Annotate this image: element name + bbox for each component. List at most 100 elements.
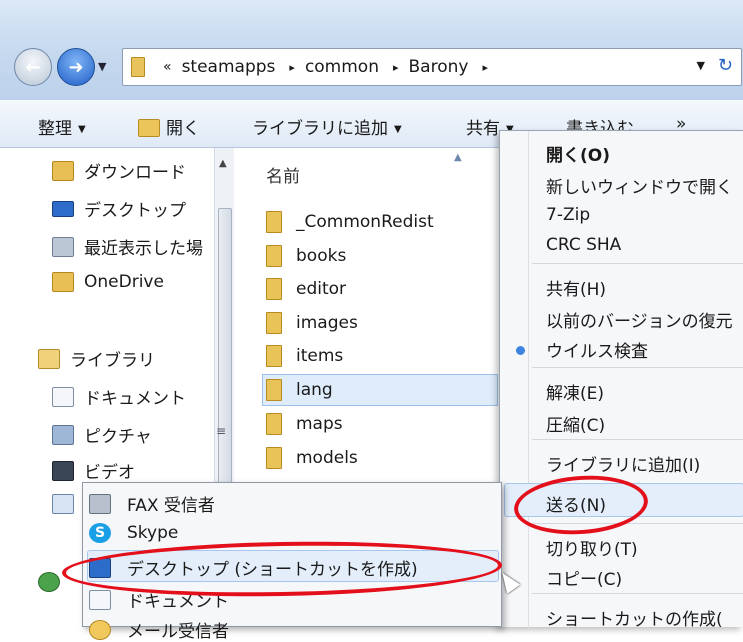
file-name: books [296, 246, 347, 266]
scroll-up-arrow-icon[interactable]: ▲ [219, 158, 227, 169]
add-to-library-label: ライブラリに追加 [252, 119, 388, 139]
menu-item-extract[interactable]: 解凍(E) [546, 379, 604, 404]
recent-places-icon [52, 236, 74, 257]
documents-icon [89, 589, 111, 610]
add-to-library-button[interactable]: ライブラリに追加 ▼ [252, 114, 402, 139]
nav-item-videos[interactable]: ビデオ [52, 458, 135, 483]
nav-item-desktop[interactable]: デスクトップ [52, 196, 186, 221]
send-to-label: デスクトップ (ショートカットを作成) [127, 560, 418, 580]
skype-icon: S [89, 523, 111, 543]
open-button[interactable]: 開く [138, 114, 200, 139]
send-to-documents[interactable]: ドキュメント [89, 587, 229, 612]
menu-item-copy[interactable]: コピー(C) [546, 565, 622, 590]
file-row[interactable]: editor [266, 273, 498, 305]
onedrive-folder-icon [52, 272, 74, 292]
folder-icon [266, 312, 282, 334]
nav-item-label: OneDrive [84, 272, 164, 292]
file-row[interactable]: maps [266, 408, 498, 440]
mail-icon [89, 619, 111, 640]
nav-item-pictures[interactable]: ピクチャ [52, 422, 152, 447]
pictures-icon [52, 424, 74, 445]
menu-item-cut[interactable]: 切り取り(T) [546, 535, 638, 560]
nav-item-recent[interactable]: 最近表示した場 [52, 234, 203, 259]
send-to-mail[interactable]: メール受信者 [89, 617, 229, 642]
desktop-icon [89, 557, 111, 578]
share-label: 共有 [466, 119, 500, 139]
folder-icon [266, 245, 282, 267]
menu-separator [532, 593, 743, 594]
folder-icon [266, 278, 282, 300]
back-button[interactable]: ← [14, 48, 52, 86]
file-row[interactable]: books [266, 240, 498, 272]
nav-scroll-thumb[interactable] [218, 208, 232, 508]
organize-button[interactable]: 整理 ▼ [38, 114, 86, 139]
nav-item-libraries[interactable]: ライブラリ [38, 346, 155, 371]
send-to-fax[interactable]: FAX 受信者 [89, 491, 215, 516]
file-name: editor [296, 279, 347, 299]
file-row[interactable]: _CommonRedist [266, 206, 498, 238]
file-name: _CommonRedist [296, 212, 434, 232]
address-bar[interactable]: « steamapps ▸ common ▸ Barony ▸ ▼ ↻ [122, 48, 742, 86]
send-to-submenu: FAX 受信者 S Skype デスクトップ (ショートカットを作成) ドキュメ… [82, 482, 502, 642]
context-menu: 開く(O) 新しいウィンドウで開く 7-Zip CRC SHA 共有(H) 以前… [499, 130, 743, 630]
file-name: lang [296, 380, 333, 400]
refresh-icon[interactable]: ↻ [718, 55, 733, 76]
forward-button[interactable]: ➜ [57, 48, 95, 86]
open-icon [138, 119, 160, 137]
menu-separator [532, 439, 743, 440]
breadcrumb-steamapps[interactable]: steamapps [182, 57, 276, 77]
send-to-label: メール受信者 [127, 622, 229, 642]
nav-item-onedrive[interactable]: OneDrive [52, 272, 164, 292]
menu-item-restore-previous[interactable]: 以前のバージョンの復元 [546, 307, 733, 332]
nav-item-network[interactable] [38, 572, 70, 592]
menu-item-crc-sha[interactable]: CRC SHA [546, 235, 621, 255]
send-to-desktop-shortcut[interactable]: デスクトップ (ショートカットを作成) [89, 555, 418, 580]
folder-icon [266, 211, 282, 233]
music-icon [52, 494, 74, 514]
folder-icon [131, 57, 145, 77]
file-row[interactable]: images [266, 307, 498, 339]
menu-item-add-to-library[interactable]: ライブラリに追加(I) [546, 451, 700, 476]
nav-item-label: ライブラリ [70, 351, 155, 371]
nav-item-music[interactable] [52, 494, 84, 514]
downloads-folder-icon [52, 160, 74, 181]
file-name: maps [296, 414, 343, 434]
chevron-down-icon: ▼ [394, 123, 402, 135]
breadcrumb-barony[interactable]: Barony [409, 57, 469, 77]
breadcrumb-separator-icon[interactable]: ▸ [393, 61, 399, 74]
history-dropdown-icon[interactable]: ▼ [98, 60, 116, 76]
address-dropdown-icon[interactable]: ▼ [697, 59, 705, 72]
menu-item-compress[interactable]: 圧縮(C) [546, 411, 605, 436]
forward-arrow-icon: ➜ [68, 56, 84, 78]
nav-item-label: ビデオ [84, 463, 135, 483]
nav-item-downloads[interactable]: ダウンロード [52, 158, 186, 183]
send-to-skype[interactable]: S Skype [89, 523, 178, 543]
breadcrumb-separator-icon[interactable]: ▸ [482, 61, 488, 74]
breadcrumb-separator-icon[interactable]: ▸ [289, 61, 295, 74]
file-row-selected[interactable]: lang [262, 374, 498, 406]
nav-item-documents[interactable]: ドキュメント [52, 384, 186, 409]
file-row[interactable]: models [266, 442, 498, 474]
column-header-name[interactable]: 名前 [266, 162, 300, 187]
nav-item-label: デスクトップ [84, 201, 186, 221]
videos-icon [52, 460, 74, 481]
window-titlebar: ← ➜ ▼ « steamapps ▸ common ▸ Barony ▸ ▼ … [0, 0, 743, 100]
menu-item-open[interactable]: 開く(O) [546, 141, 610, 166]
nav-item-label: ドキュメント [84, 389, 186, 409]
breadcrumb-overflow[interactable]: « [163, 59, 172, 75]
menu-item-send-to[interactable]: 送る(N) [546, 491, 606, 516]
menu-item-virus-scan[interactable]: ウイルス検査 [546, 337, 648, 362]
menu-item-share[interactable]: 共有(H) [546, 275, 606, 300]
send-to-label: FAX 受信者 [127, 496, 215, 516]
file-row[interactable]: items [266, 340, 498, 372]
menu-item-7zip[interactable]: 7-Zip [546, 205, 590, 225]
breadcrumb-common[interactable]: common [305, 57, 379, 77]
menu-separator [532, 367, 743, 368]
folder-icon [266, 379, 282, 401]
menu-separator [532, 523, 743, 524]
menu-item-open-new-window[interactable]: 新しいウィンドウで開く [546, 173, 733, 198]
menu-separator [532, 263, 743, 264]
nav-item-label: 最近表示した場 [84, 239, 203, 259]
menu-item-create-shortcut[interactable]: ショートカットの作成( [546, 605, 723, 630]
file-name: images [296, 313, 358, 333]
